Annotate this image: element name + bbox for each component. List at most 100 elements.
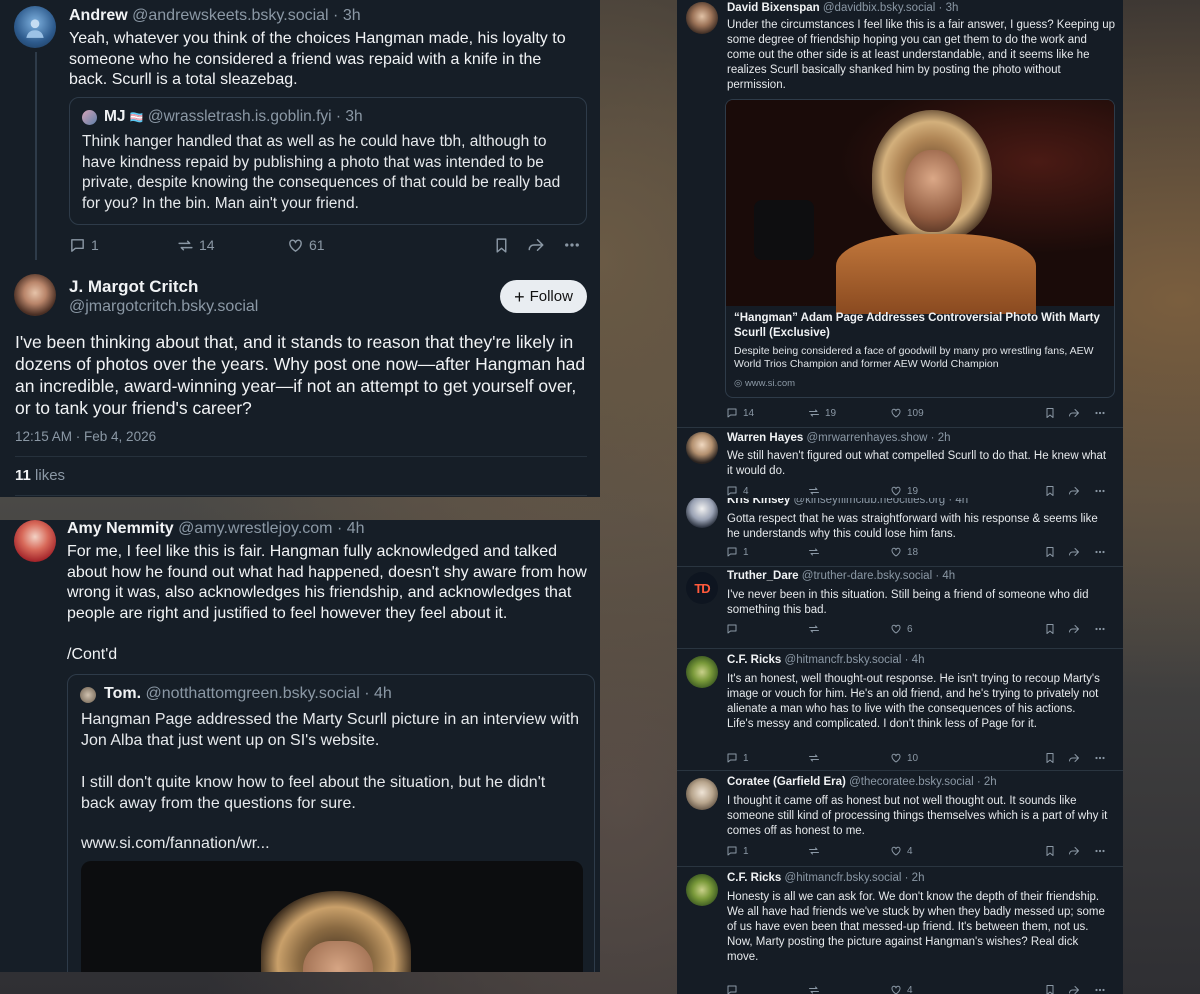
post-timestamp: 12:15 AM · Feb 4, 2026 bbox=[15, 429, 157, 444]
repost-icon bbox=[808, 984, 820, 994]
post-continued: /Cont'd bbox=[67, 646, 118, 663]
reply-button[interactable]: 1 bbox=[69, 237, 99, 254]
post-time: 3h bbox=[342, 7, 361, 24]
quote-text-1: Hangman Page addressed the Marty Scurll … bbox=[81, 711, 580, 749]
link-card-description: Despite being considered a face of goodw… bbox=[734, 345, 1094, 370]
author-handle[interactable]: @andrewskeets.bsky.social bbox=[132, 7, 328, 24]
avatar-tom bbox=[80, 687, 96, 703]
share-button[interactable] bbox=[527, 236, 545, 254]
thread-panel-left-bottom: Amy Nemmity @amy.wrestlejoy.com · 4h For… bbox=[0, 520, 600, 972]
more-icon bbox=[1094, 984, 1106, 994]
quote-author-handle: @notthattomgreen.bsky.social bbox=[145, 685, 360, 702]
reply-button[interactable] bbox=[726, 984, 738, 994]
like-button[interactable]: 19 bbox=[890, 485, 918, 497]
post-text: Under the circumstances I feel like this… bbox=[727, 19, 1116, 91]
link-card-image bbox=[726, 100, 1114, 314]
more-icon bbox=[1094, 485, 1106, 497]
author-name[interactable]: David Bixenspan bbox=[727, 2, 820, 14]
count: 4 bbox=[907, 984, 913, 994]
share-button[interactable] bbox=[1068, 407, 1080, 419]
repost-button[interactable]: 14 bbox=[177, 237, 215, 254]
bookmark-icon bbox=[1044, 407, 1056, 419]
quote-time: 4h bbox=[374, 685, 392, 702]
author-name[interactable]: J. Margot Critch bbox=[69, 277, 198, 297]
bookmark-icon bbox=[493, 237, 510, 254]
avatar-david[interactable] bbox=[686, 2, 718, 34]
like-icon bbox=[890, 407, 902, 419]
face-shape bbox=[904, 150, 962, 232]
quoted-post[interactable]: Tom. @notthattomgreen.bsky.social · 4h H… bbox=[67, 674, 595, 972]
divider bbox=[15, 456, 587, 457]
share-button[interactable] bbox=[1068, 485, 1080, 497]
author-handle[interactable]: @hitmancfr.bsky.social bbox=[781, 872, 904, 884]
post-text: For me, I feel like this is fair. Hangma… bbox=[67, 543, 587, 622]
more-button[interactable] bbox=[1094, 407, 1106, 419]
post-text: Honesty is all we can ask for. We don't … bbox=[727, 891, 1105, 963]
quote-text-2: I still don't quite know how to feel abo… bbox=[81, 774, 546, 812]
link-card[interactable]: “Hangman” Adam Page Addresses Controvers… bbox=[725, 99, 1115, 398]
globe-icon: ◎ bbox=[734, 378, 743, 389]
bookmark-button[interactable] bbox=[1044, 407, 1056, 419]
post-actions: 14 19 109 bbox=[726, 406, 1111, 420]
quote-time: 3h bbox=[345, 108, 363, 125]
avatar-margot[interactable] bbox=[14, 274, 56, 316]
share-icon bbox=[527, 236, 545, 254]
likes-label: likes bbox=[35, 467, 66, 484]
author-name[interactable]: C.F. Ricks bbox=[727, 872, 781, 884]
quote-author-name: Tom. bbox=[104, 685, 142, 702]
link-card-title: “Hangman” Adam Page Addresses Controvers… bbox=[734, 312, 1100, 339]
post-actions: 4 19 bbox=[726, 484, 1111, 498]
likes-count-link[interactable]: 11 likes bbox=[15, 467, 65, 484]
quote-image[interactable] bbox=[81, 861, 583, 972]
like-button[interactable]: 109 bbox=[890, 407, 924, 419]
avatar-amy[interactable] bbox=[14, 520, 56, 562]
more-button[interactable] bbox=[563, 236, 581, 254]
reply-button[interactable]: 4 bbox=[726, 485, 749, 497]
author-name[interactable]: Amy Nemmity bbox=[67, 520, 174, 537]
like-icon bbox=[287, 237, 304, 254]
bookmark-button[interactable] bbox=[493, 237, 510, 254]
author-handle[interactable]: @amy.wrestlejoy.com bbox=[178, 520, 332, 537]
post-time: 2h bbox=[937, 432, 951, 444]
quoted-post[interactable]: MJ 🏳️‍⚧️ @wrassletrash.is.goblin.fyi · 3… bbox=[69, 97, 587, 225]
author-name[interactable]: Warren Hayes bbox=[727, 432, 803, 444]
share-icon bbox=[1068, 984, 1080, 994]
author-handle[interactable]: @davidbix.bsky.social bbox=[823, 2, 935, 14]
repost-button[interactable] bbox=[808, 485, 820, 497]
share-icon bbox=[1068, 485, 1080, 497]
follow-button[interactable]: + Follow bbox=[500, 280, 587, 313]
like-button[interactable]: 61 bbox=[287, 237, 325, 254]
reply-icon bbox=[726, 984, 738, 994]
repost-icon bbox=[808, 485, 820, 497]
post-time: 2h bbox=[911, 872, 925, 884]
bookmark-button[interactable] bbox=[1044, 984, 1056, 994]
share-button[interactable] bbox=[1068, 984, 1080, 994]
author-handle[interactable]: @jmargotcritch.bsky.social bbox=[69, 298, 258, 316]
repost-icon bbox=[177, 237, 194, 254]
repost-button[interactable] bbox=[808, 984, 820, 994]
avatar-mj bbox=[82, 110, 97, 125]
separator-dot: · bbox=[904, 872, 912, 884]
quote-link[interactable]: www.si.com/fannation/wr... bbox=[81, 835, 270, 853]
bookmark-button[interactable] bbox=[1044, 485, 1056, 497]
post-time: 3h bbox=[945, 2, 959, 14]
reply-button[interactable]: 14 bbox=[726, 407, 754, 419]
reply-icon bbox=[726, 407, 738, 419]
likes-count: 11 bbox=[15, 467, 31, 484]
bookmark-icon bbox=[1044, 485, 1056, 497]
quote-text: Think hanger handled that as well as he … bbox=[82, 133, 561, 212]
repost-button[interactable]: 19 bbox=[808, 407, 836, 419]
reply-post: C.F. Ricks @hitmancfr.bsky.social · 2h Ho… bbox=[677, 498, 1123, 994]
jacket-shape bbox=[836, 234, 1036, 314]
more-button[interactable] bbox=[1094, 984, 1106, 994]
avatar-warren[interactable] bbox=[686, 432, 718, 464]
quote-author-name: MJ bbox=[104, 108, 126, 125]
like-button[interactable]: 4 bbox=[890, 984, 913, 994]
more-button[interactable] bbox=[1094, 485, 1106, 497]
trans-flag: 🏳️‍⚧️ bbox=[129, 112, 144, 124]
avatar-andrew[interactable] bbox=[14, 6, 56, 48]
more-icon bbox=[563, 236, 581, 254]
author-name[interactable]: Andrew bbox=[69, 7, 128, 24]
avatar[interactable] bbox=[686, 874, 718, 906]
author-handle[interactable]: @mrwarrenhayes.show bbox=[806, 432, 927, 444]
